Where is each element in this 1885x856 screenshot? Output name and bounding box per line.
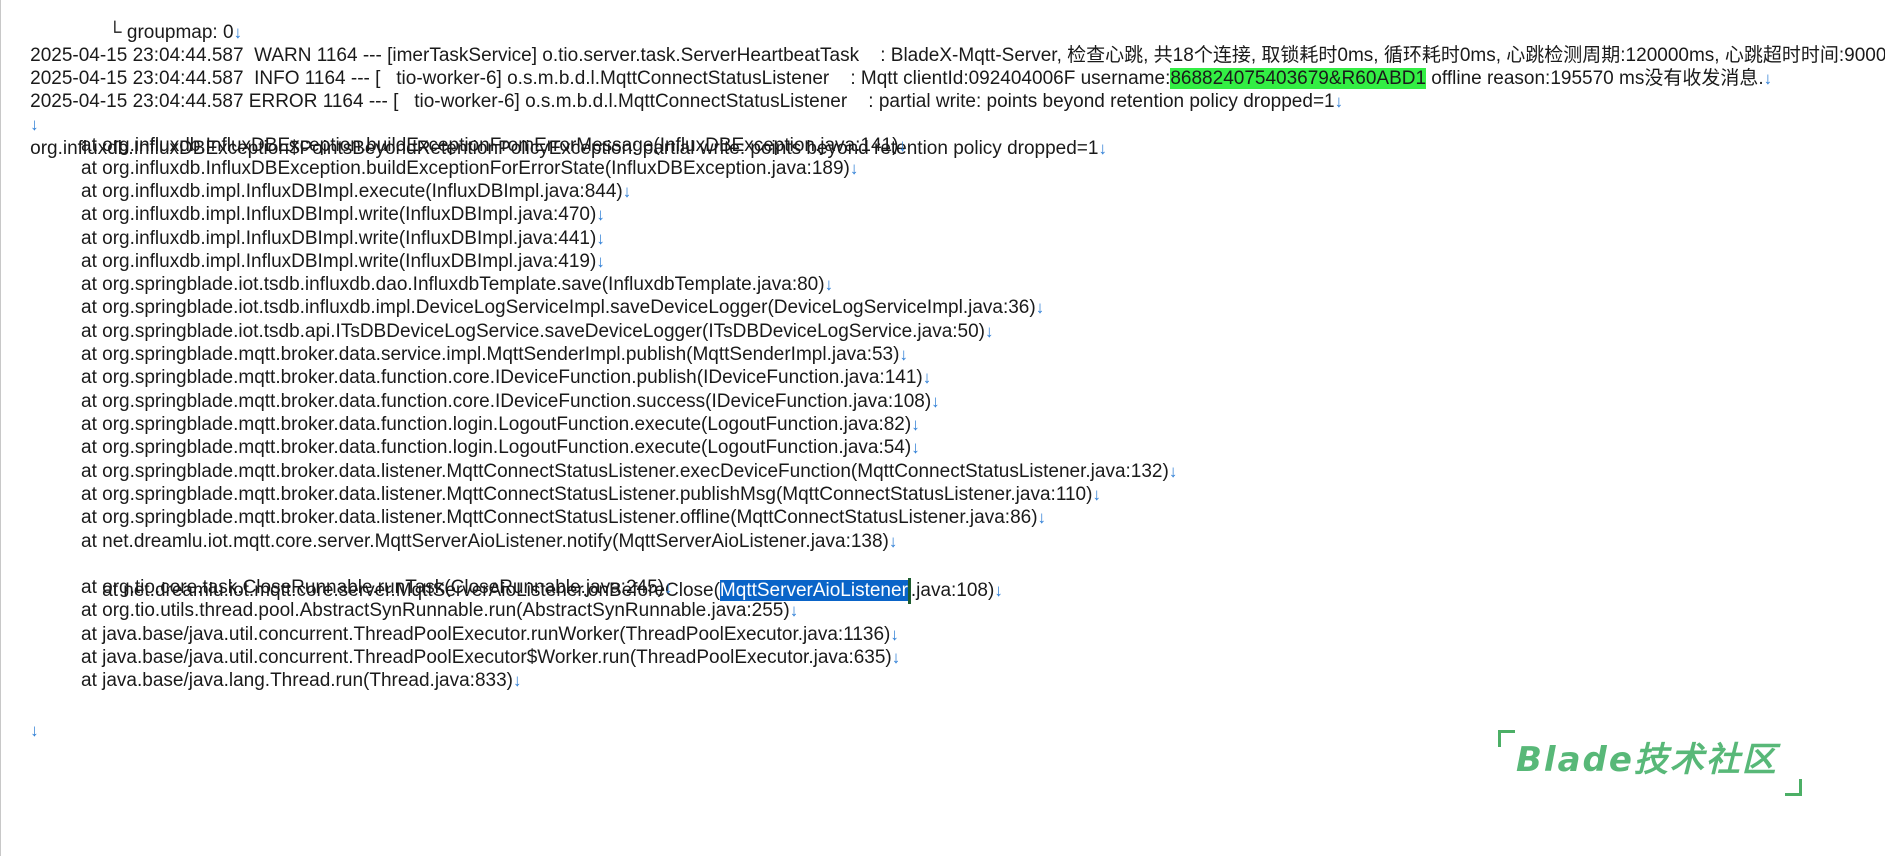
paragraph-mark-icon: ↓ — [1168, 462, 1178, 481]
stack-frame-text: at org.influxdb.InfluxDBException.buildE… — [81, 135, 899, 156]
paragraph-mark-icon: ↓ — [899, 345, 908, 364]
paragraph-mark-icon: ↓ — [931, 392, 940, 411]
stack-frame-text: at org.springblade.mqtt.broker.data.func… — [81, 414, 912, 435]
stack-frame-text: at org.influxdb.impl.InfluxDBImpl.write(… — [81, 251, 597, 272]
stack-frame-text: at org.springblade.mqtt.broker.data.list… — [81, 461, 1169, 482]
paragraph-mark-icon: ↓ — [911, 438, 920, 457]
stack-frame-text: at org.influxdb.InfluxDBException.buildE… — [81, 158, 850, 179]
stack-frame-text: at org.springblade.mqtt.broker.data.func… — [81, 391, 932, 412]
paragraph-mark-icon: ↓ — [922, 368, 932, 387]
stack-frame-text: at org.springblade.mqtt.broker.data.list… — [81, 484, 1093, 505]
stack-frame[interactable]: at org.springblade.iot.tsdb.influxdb.imp… — [81, 295, 1044, 321]
stack-frame-text: at net.dreamlu.iot.mqtt.core.server.Mqtt… — [81, 531, 889, 552]
stack-frame-text: at org.springblade.iot.tsdb.api.ITsDBDev… — [81, 321, 986, 342]
paragraph-mark-icon: ↓ — [1334, 92, 1344, 111]
watermark-text: Blade技术社区 — [1516, 740, 1778, 780]
stack-frame-text: at org.springblade.iot.tsdb.influxdb.imp… — [81, 297, 1036, 318]
paragraph-mark-icon: ↓ — [985, 322, 994, 341]
stack-frame-text: at java.base/java.util.concurrent.Thread… — [81, 647, 892, 668]
stack-frame-text: at org.springblade.mqtt.broker.data.func… — [81, 437, 912, 458]
stack-frame-text: at java.base/java.lang.Thread.run(Thread… — [81, 670, 513, 691]
stack-frame-text: at org.tio.utils.thread.pool.AbstractSyn… — [81, 600, 790, 621]
paragraph-mark-icon: ↓ — [824, 275, 834, 294]
stack-frame[interactable]: at org.tio.utils.thread.pool.AbstractSyn… — [81, 598, 798, 624]
stack-frame-text: at org.springblade.mqtt.broker.data.func… — [81, 367, 923, 388]
watermark-corner-bracket — [1498, 730, 1515, 747]
stack-frame[interactable]: at java.base/java.lang.Thread.run(Thread… — [81, 668, 521, 694]
stack-frame-text: at org.influxdb.impl.InfluxDBImpl.write(… — [81, 204, 597, 225]
paragraph-mark-icon: ↓ — [1763, 69, 1773, 88]
paragraph-mark-icon: ↓ — [596, 205, 605, 224]
log-document-editor[interactable]: └ groupmap: 0↓ 2025-04-15 23:04:44.587 W… — [0, 0, 1885, 856]
paragraph-mark-icon: ↓ — [1092, 485, 1101, 504]
log-line-text-tail: offline reason:195570 ms没有收发消息. — [1426, 68, 1764, 89]
paragraph-mark-icon: ↓ — [789, 601, 799, 620]
paragraph-mark-icon: ↓ — [664, 578, 673, 597]
paragraph-mark-icon: ↓ — [891, 648, 901, 667]
stack-frame-text: at java.base/java.util.concurrent.Thread… — [81, 624, 891, 645]
stack-frame-text: at org.springblade.mqtt.broker.data.list… — [81, 507, 1038, 528]
stack-frame[interactable]: at org.springblade.mqtt.broker.data.list… — [81, 505, 1046, 531]
paragraph-mark-icon: ↓ — [888, 532, 898, 551]
paragraph-mark-icon: ↓ — [898, 136, 907, 155]
paragraph-mark-icon: ↓ — [849, 159, 859, 178]
stack-frame[interactable]: at org.influxdb.impl.InfluxDBImpl.write(… — [81, 202, 605, 228]
watermark-corner-bracket — [1785, 779, 1802, 796]
paragraph-mark-icon: ↓ — [596, 229, 605, 248]
stack-frame-text: at org.springblade.iot.tsdb.influxdb.dao… — [81, 274, 825, 295]
paragraph-mark-icon: ↓ — [512, 671, 522, 690]
paragraph-mark-icon: ↓ — [890, 625, 899, 644]
stack-frame-text: at org.springblade.mqtt.broker.data.serv… — [81, 344, 900, 365]
paragraph-mark-icon: ↓ — [30, 721, 39, 740]
paragraph-mark-icon: ↓ — [622, 182, 632, 201]
paragraph-mark-icon: ↓ — [1098, 139, 1107, 158]
empty-line[interactable]: ↓ — [9, 86, 39, 134]
paragraph-mark-icon: ↓ — [1037, 508, 1047, 527]
log-line-error[interactable]: 2025-04-15 23:04:44.587 ERROR 1164 --- [… — [9, 63, 1343, 112]
blade-watermark: Blade技术社区 — [1498, 730, 1802, 796]
paragraph-mark-icon: ↓ — [596, 252, 605, 271]
paragraph-mark-icon: ↓ — [994, 581, 1003, 600]
paragraph-mark-icon: ↓ — [911, 415, 920, 434]
stack-frame[interactable]: at org.springblade.mqtt.broker.data.func… — [81, 365, 931, 391]
stack-frame-text: at org.influxdb.impl.InfluxDBImpl.write(… — [81, 228, 597, 249]
stack-frame[interactable]: at org.springblade.mqtt.broker.data.func… — [81, 435, 920, 461]
paragraph-mark-icon: ↓ — [1035, 298, 1045, 317]
stack-frame-text: at org.tio.core.task.CloseRunnable.runTa… — [81, 577, 664, 598]
stack-frame-text: at org.influxdb.impl.InfluxDBImpl.execut… — [81, 181, 623, 202]
empty-line[interactable]: ↓ — [9, 692, 39, 740]
stack-frame-text-tail: .java:108) — [910, 580, 995, 601]
log-line-text: 2025-04-15 23:04:44.587 ERROR 1164 --- [… — [30, 91, 1335, 112]
